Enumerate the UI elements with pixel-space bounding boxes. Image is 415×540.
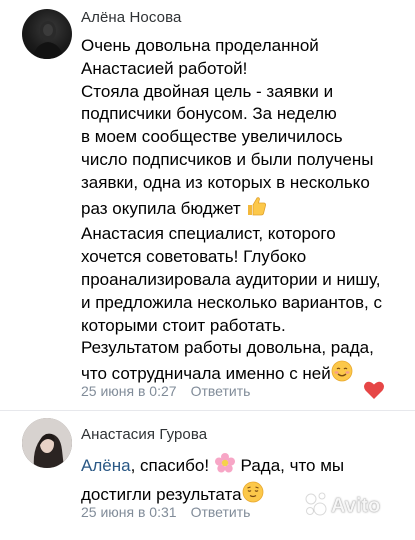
comment-line: раз окупила бюджет — [81, 198, 241, 218]
comment-line: заявки, одна из которых в несколько — [81, 172, 370, 192]
comment-line: проанализировала аудитории и нишу, — [81, 269, 381, 289]
comment-line: подписчики бонусом. За неделю — [81, 104, 337, 124]
comment-line: Анастасией работой! — [81, 58, 248, 78]
flower-emoji — [214, 452, 236, 481]
comment-meta: 25 июня в 0:27 Ответить — [81, 383, 250, 399]
comment-line: достигли результата — [81, 484, 242, 504]
comment-line: Стояла двойная цель - заявки и — [81, 81, 334, 101]
comment-line: число подписчиков и были получены — [81, 149, 374, 169]
comment-author[interactable]: Алёна Носова — [81, 9, 181, 26]
comment-timestamp[interactable]: 25 июня в 0:31 — [81, 504, 177, 520]
comment-author[interactable]: Анастасия Гурова — [81, 426, 207, 443]
comment-line: Результатом работы довольна, рада, — [81, 338, 374, 358]
comment-text: Очень довольна проделанной Анастасией ра… — [81, 35, 411, 389]
comment-line: и предложила несколько вариантов, с — [81, 292, 382, 312]
comment-line: Очень довольна проделанной — [81, 36, 319, 55]
avatar[interactable] — [22, 418, 72, 468]
avatar[interactable] — [22, 9, 72, 59]
comment-meta: 25 июня в 0:31 Ответить — [81, 504, 250, 520]
comment-line: Анастасия специалист, которого — [81, 224, 336, 244]
avatar-photo — [32, 21, 64, 59]
comment-line: Рада, что мы — [235, 456, 345, 475]
reply-button[interactable]: Ответить — [191, 383, 251, 399]
comment-line: в моем сообществе увеличилось — [81, 127, 343, 147]
comment-line: которыми стоит работать. — [81, 315, 286, 335]
comment-line: , спасибо! — [130, 456, 210, 475]
comment-1: Алёна Носова Очень довольна проделанной … — [0, 0, 415, 410]
reply-button[interactable]: Ответить — [191, 504, 251, 520]
avito-watermark-logo: Avito — [303, 489, 403, 526]
mention-link[interactable]: Алёна — [81, 456, 131, 475]
svg-text:Avito: Avito — [331, 495, 380, 517]
comment-line: что сотрудничала именно с ней — [81, 364, 331, 384]
comment-line: хочется советовать! Глубоко — [81, 247, 307, 267]
like-heart-icon[interactable] — [363, 380, 385, 400]
comment-timestamp[interactable]: 25 июня в 0:27 — [81, 383, 177, 399]
avatar-photo — [22, 418, 72, 468]
smiling-emoji — [331, 360, 353, 389]
thumbs-up-emoji — [245, 195, 267, 224]
